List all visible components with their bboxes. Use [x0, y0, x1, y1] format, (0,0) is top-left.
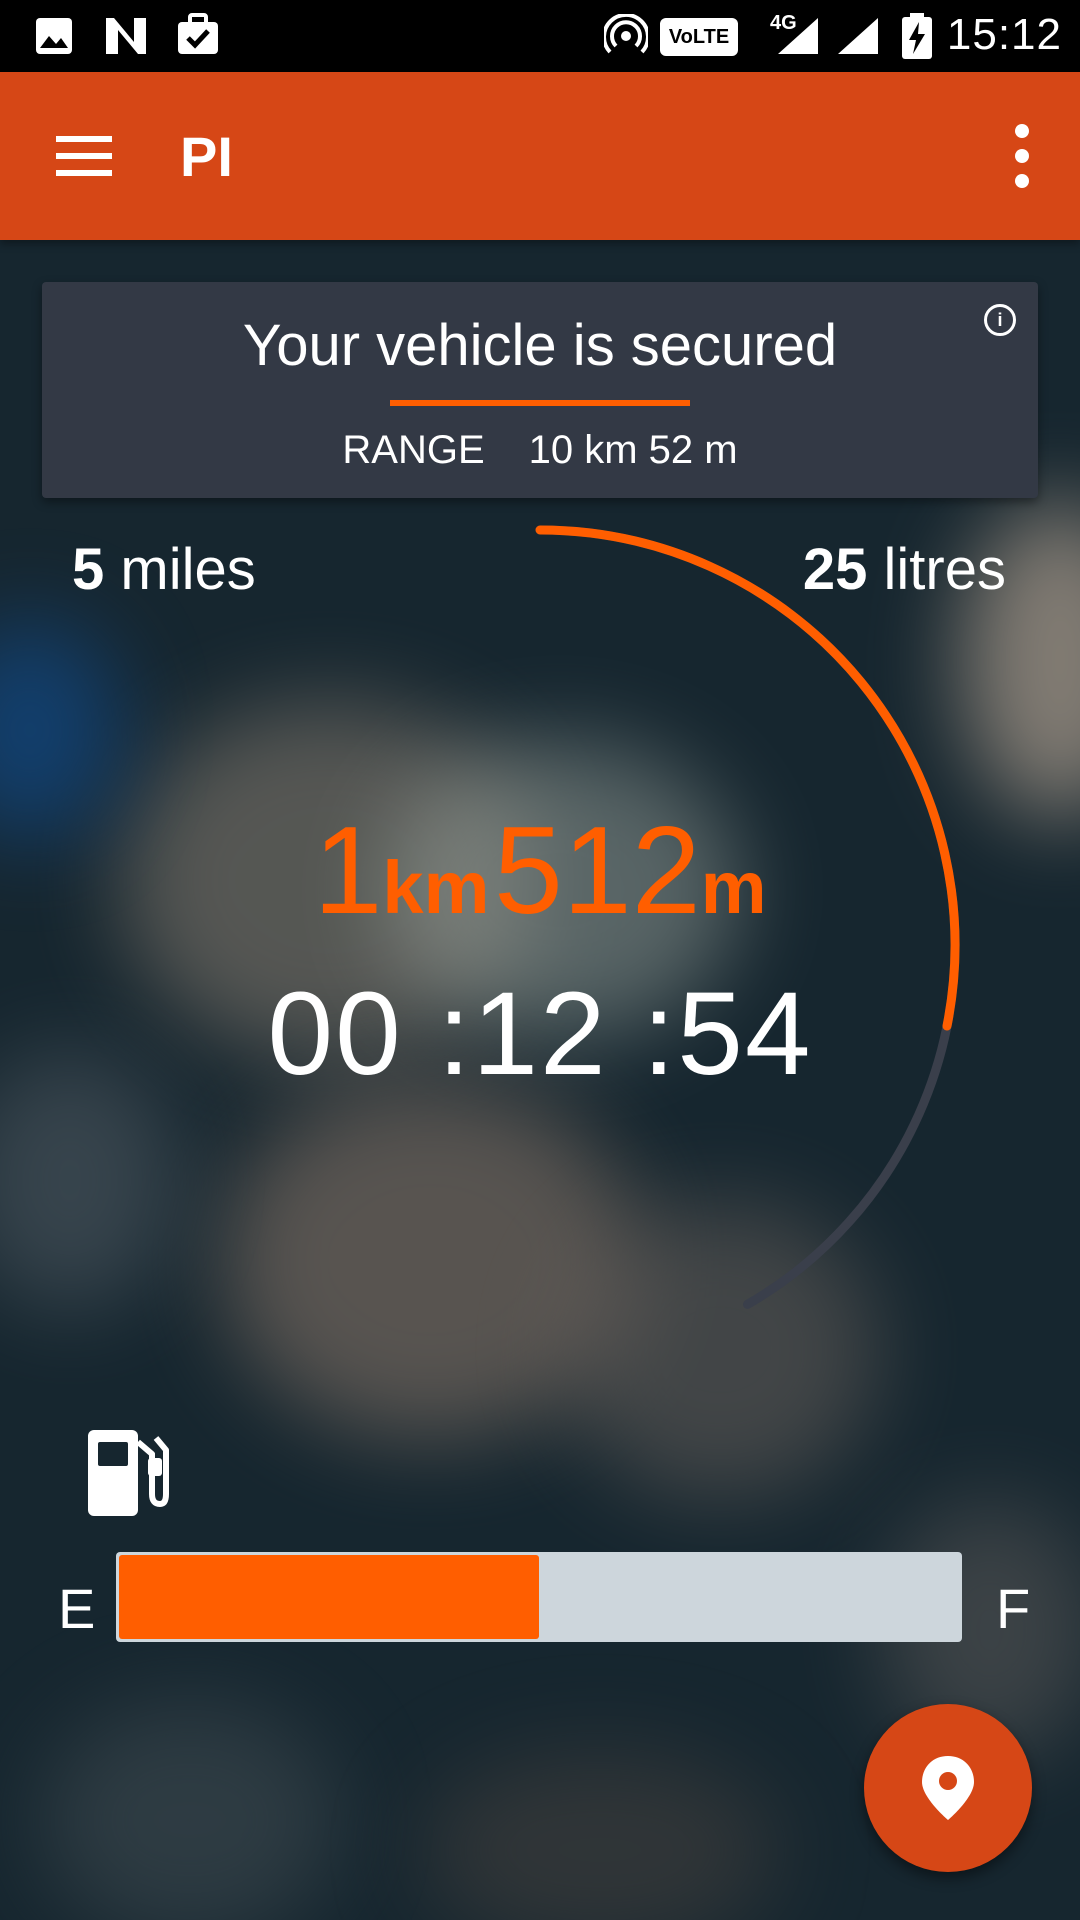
distance-km-value: 1	[313, 802, 383, 940]
fuel-empty-label: E	[58, 1577, 96, 1640]
fuel-level-fill	[119, 1555, 539, 1639]
fuel-pump-icon	[88, 1430, 169, 1516]
location-pin-icon	[922, 1756, 974, 1820]
distance-m-value: 512	[493, 802, 701, 940]
fuel-level-bar	[116, 1552, 962, 1642]
distance-m-unit: m	[700, 846, 767, 929]
location-button[interactable]	[864, 1704, 1032, 1872]
trip-timer: 00 :12 :54	[267, 968, 813, 1100]
app-screen: VoLTE 4G 15:12 PI Your vehicle is secure…	[0, 0, 1080, 1920]
trip-distance: 1km 512m	[0, 800, 1080, 942]
distance-km-unit: km	[382, 846, 490, 929]
gauge-progress	[535, 525, 960, 1031]
fuel-full-label: F	[996, 1577, 1031, 1640]
